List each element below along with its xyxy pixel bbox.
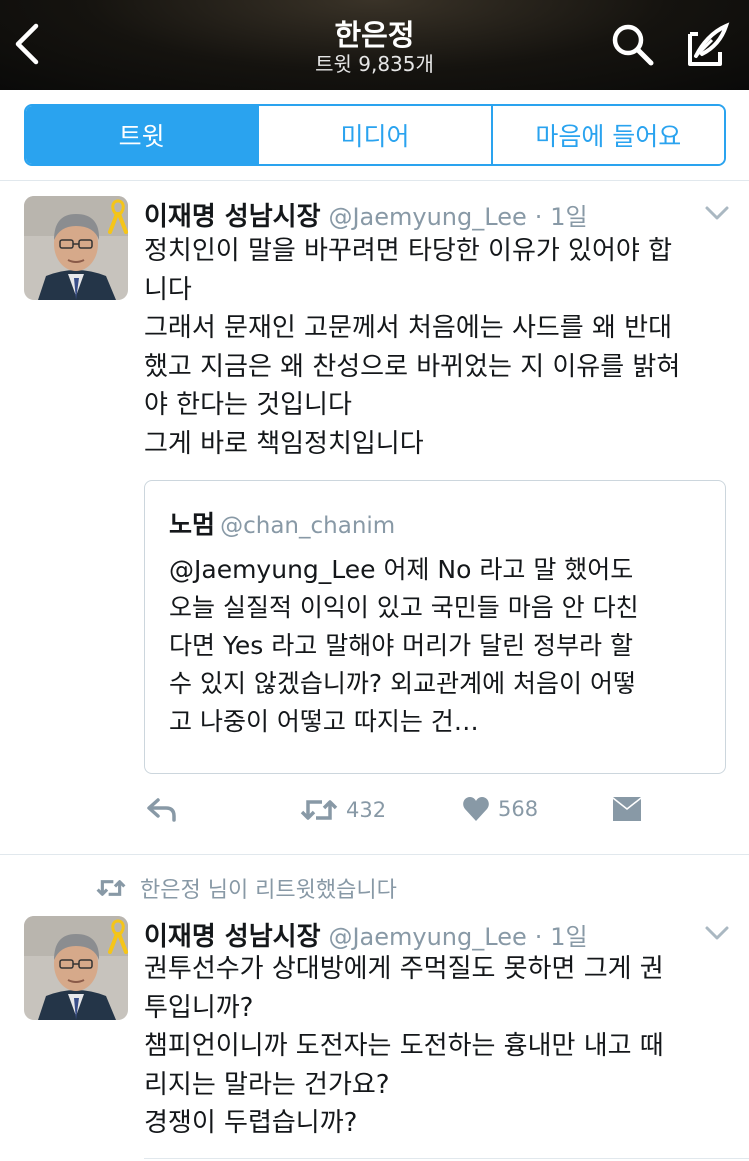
- tweet-text-line: 했고 지금은 왜 찬성으로 바뀌었는 지 이유를 밝혀: [144, 351, 681, 382]
- tweet-text-line: 야 한다는 것입니다: [144, 390, 352, 420]
- tweet-text-line: 권투선수가 상대방에게 주먹질도 못하면 그게 권: [144, 954, 664, 984]
- tweet-text-line: 챔피언이니까 도전자는 도전하는 흉내만 내고 때: [144, 1031, 664, 1061]
- quoted-author-handle: @chan_chanim: [220, 513, 396, 539]
- chevron-down-icon[interactable]: [704, 204, 730, 222]
- heart-icon: [463, 797, 489, 821]
- tweet-text-line: 정치인이 말을 바꾸려면 타당한 이유가 있어야 합: [144, 236, 672, 266]
- retweet-count: 432: [346, 798, 387, 822]
- compose-button[interactable]: [682, 20, 732, 70]
- search-icon: [612, 24, 654, 66]
- quoted-tweet[interactable]: 노멈 @chan_chanim @Jaemyung_Lee 어제 No 라고 말…: [144, 480, 726, 774]
- retweet-context: 한은정 님이 리트윗했습니다: [96, 872, 397, 904]
- tweet-text-line: 그래서 문재인 고문께서 처음에는 사드를 왜 반대: [144, 313, 672, 343]
- author-name[interactable]: 이재명 성남시장: [144, 202, 321, 232]
- author-handle[interactable]: @Jaemyung_Lee: [328, 203, 526, 231]
- retweet-button[interactable]: 432: [300, 796, 386, 824]
- profile-header: 한은정 트윗 9,835개: [0, 0, 749, 90]
- quoted-author-name: 노멈: [169, 510, 216, 539]
- quoted-text-line: 수 있지 않겠습니까? 외교관계에 처음이 어떻: [169, 669, 637, 698]
- tweet-header: 이재명 성남시장 @Jaemyung_Lee · 1일: [144, 916, 588, 953]
- divider: [144, 1158, 749, 1159]
- divider: [0, 180, 749, 181]
- divider: [0, 854, 749, 855]
- reply-button[interactable]: [146, 796, 178, 824]
- tweet-text-line: 투입니까?: [144, 992, 254, 1023]
- tweet-text-line: 리지는 말라는 건가요?: [144, 1069, 390, 1100]
- separator: ·: [534, 923, 543, 951]
- like-count: 568: [498, 797, 539, 821]
- quoted-text-line: 다면 Yes 라고 말해야 머리가 달린 정부라 할: [169, 631, 633, 660]
- chevron-down-icon[interactable]: [704, 924, 730, 942]
- reply-icon: [147, 798, 176, 822]
- retweet-icon: [300, 800, 338, 820]
- tweet-actions: 432 568: [0, 796, 749, 836]
- timestamp: 1일: [550, 203, 588, 231]
- author-name[interactable]: 이재명 성남시장: [144, 922, 321, 952]
- tab-likes[interactable]: 마음에 들어요: [490, 106, 724, 164]
- yellow-ribbon-icon: [108, 199, 128, 234]
- quoted-text-line: 고 나중이 어떻고 따지는 건…: [169, 707, 479, 736]
- like-button[interactable]: 568: [462, 796, 538, 822]
- retweet-context-text[interactable]: 한은정 님이 리트윗했습니다: [140, 872, 397, 904]
- author-handle[interactable]: @Jaemyung_Lee: [328, 923, 526, 951]
- tweet-text-line: 니다: [144, 274, 192, 305]
- yellow-ribbon-icon: [108, 919, 128, 954]
- separator: ·: [534, 203, 543, 231]
- tweet-text: 정치인이 말을 바꾸려면 타당한 이유가 있어야 합 니다 그래서 문재인 고문…: [144, 232, 734, 463]
- tab-tweets[interactable]: 트윗: [26, 106, 258, 164]
- tab-media[interactable]: 미디어: [257, 106, 491, 164]
- retweet-icon: [96, 880, 126, 896]
- search-button[interactable]: [610, 22, 656, 68]
- tweet-text-line: 경쟁이 두렵습니까?: [144, 1108, 358, 1138]
- profile-tabs: 트윗 미디어 마음에 들어요: [24, 104, 726, 166]
- quoted-tweet-text: @Jaemyung_Lee 어제 No 라고 말 했어도 오늘 실질적 이익이 …: [169, 551, 709, 741]
- quoted-text-line: 오늘 실질적 이익이 있고 국민들 마음 안 다친: [169, 593, 639, 622]
- quoted-tweet-header: 노멈 @chan_chanim: [169, 505, 395, 541]
- tweet-header: 이재명 성남시장 @Jaemyung_Lee · 1일: [144, 196, 588, 233]
- direct-message-button[interactable]: [612, 796, 642, 822]
- quoted-text-line: @Jaemyung_Lee 어제 No 라고 말 했어도: [169, 555, 634, 584]
- compose-icon: [688, 22, 730, 66]
- tweet-text-line: 그게 바로 책임정치입니다: [144, 428, 424, 459]
- timestamp: 1일: [550, 923, 588, 951]
- tweet-text: 권투선수가 상대방에게 주먹질도 못하면 그게 권 투입니까? 챔피언이니까 도…: [144, 950, 734, 1143]
- envelope-icon: [613, 797, 641, 821]
